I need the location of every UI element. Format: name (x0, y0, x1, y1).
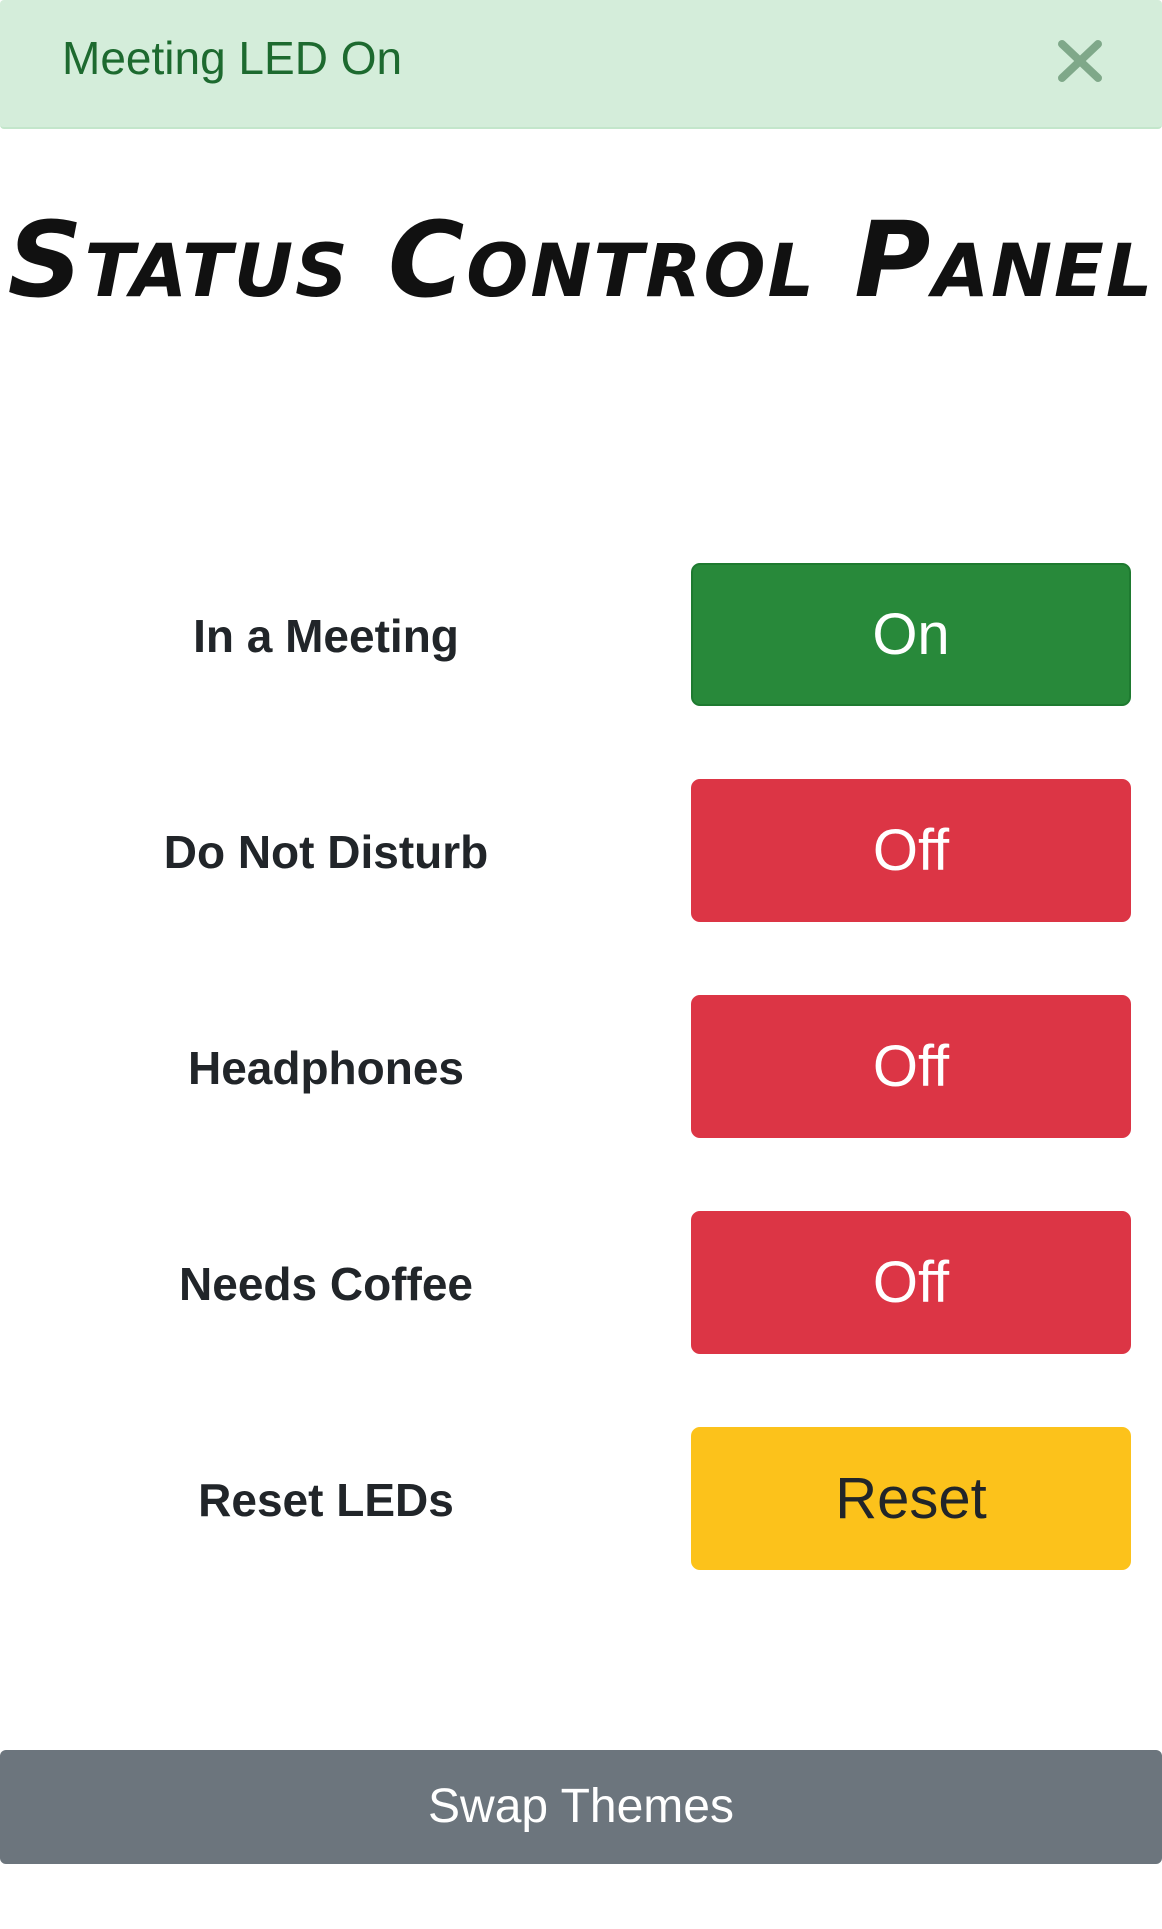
reset-leds-button[interactable]: Reset (691, 1427, 1131, 1570)
label-do-not-disturb: Do Not Disturb (163, 826, 489, 878)
label-needs-coffee: Needs Coffee (179, 1258, 473, 1310)
close-icon[interactable] (1052, 28, 1108, 92)
status-alert: Meeting LED On (0, 0, 1162, 129)
swap-themes-button[interactable]: Swap Themes (0, 1750, 1162, 1864)
needs-coffee-toggle-button[interactable]: Off (691, 1211, 1131, 1354)
label-headphones: Headphones (187, 1042, 465, 1094)
do-not-disturb-toggle-button[interactable]: Off (691, 779, 1131, 922)
headphones-toggle-button[interactable]: Off (691, 995, 1131, 1138)
label-in-a-meeting: In a Meeting (193, 610, 459, 662)
alert-message: Meeting LED On (62, 32, 403, 84)
meeting-toggle-button[interactable]: On (691, 563, 1131, 706)
label-reset-leds: Reset LEDs (198, 1474, 454, 1526)
page-title: Status Control Panel (7, 199, 1155, 321)
